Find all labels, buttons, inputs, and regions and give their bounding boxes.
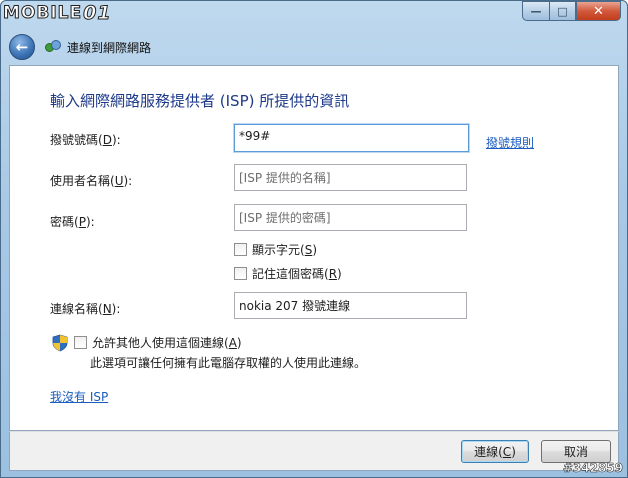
allow-others-note: 此選項可讓任何擁有此電腦存取權的人使用此連線。 — [90, 356, 367, 370]
back-button[interactable]: ← — [9, 34, 35, 60]
back-arrow-icon: ← — [15, 38, 29, 56]
minimize-icon: — — [530, 4, 542, 18]
dial-number-label: 撥號號碼(D): — [50, 133, 121, 147]
dialog-window: MOBILE 01 — □ ✕ ← 連線到網際網路 輸入網際網路服務提供者 (IS… — [0, 0, 628, 478]
watermark-logo: MOBILE 01 — [2, 2, 112, 25]
remember-password-checkbox[interactable]: 記住這個密碼(R) — [234, 265, 342, 282]
show-characters-checkbox[interactable]: 顯示字元(S) — [234, 241, 317, 258]
maximize-icon: □ — [557, 4, 568, 18]
checkbox-box[interactable] — [234, 243, 247, 256]
title-bar: MOBILE 01 — □ ✕ — [1, 1, 627, 31]
connect-button[interactable]: 連線(C) — [461, 440, 529, 463]
maximize-button[interactable]: □ — [549, 1, 576, 21]
allow-others-checkbox[interactable]: 允許其他人使用這個連線(A) — [74, 334, 242, 351]
no-isp-link[interactable]: 我沒有 ISP — [50, 388, 108, 405]
connection-name-field[interactable]: nokia 207 撥號連線 — [234, 292, 467, 319]
dial-number-field[interactable]: *99# — [234, 124, 469, 152]
close-icon: ✕ — [593, 3, 604, 19]
user-name-field[interactable]: [ISP 提供的名稱] — [234, 164, 467, 191]
user-name-label: 使用者名稱(U): — [50, 174, 133, 188]
caption-buttons: — □ ✕ — [522, 1, 621, 21]
content-panel: 輸入網際網路服務提供者 (ISP) 所提供的資訊 撥號號碼(D): *99# 撥… — [9, 65, 619, 431]
close-button[interactable]: ✕ — [576, 1, 621, 21]
image-stamp: #342859 — [562, 461, 624, 476]
minimize-button[interactable]: — — [522, 1, 549, 21]
wizard-nav: ← 連線到網際網路 — [9, 33, 151, 61]
wizard-title: 連線到網際網路 — [67, 40, 152, 55]
network-icon — [45, 40, 61, 54]
password-field[interactable]: [ISP 提供的密碼] — [234, 204, 467, 231]
password-label: 密碼(P): — [50, 215, 95, 229]
checkbox-box[interactable] — [234, 267, 247, 280]
uac-shield-icon — [52, 334, 68, 352]
dialing-rules-link[interactable]: 撥號規則 — [486, 134, 534, 151]
connection-name-label: 連線名稱(N): — [50, 302, 121, 316]
page-heading: 輸入網際網路服務提供者 (ISP) 所提供的資訊 — [50, 92, 350, 110]
button-bar: 連線(C) 取消 — [9, 431, 619, 471]
cancel-button[interactable]: 取消 — [541, 440, 611, 463]
checkbox-box[interactable] — [74, 336, 87, 349]
